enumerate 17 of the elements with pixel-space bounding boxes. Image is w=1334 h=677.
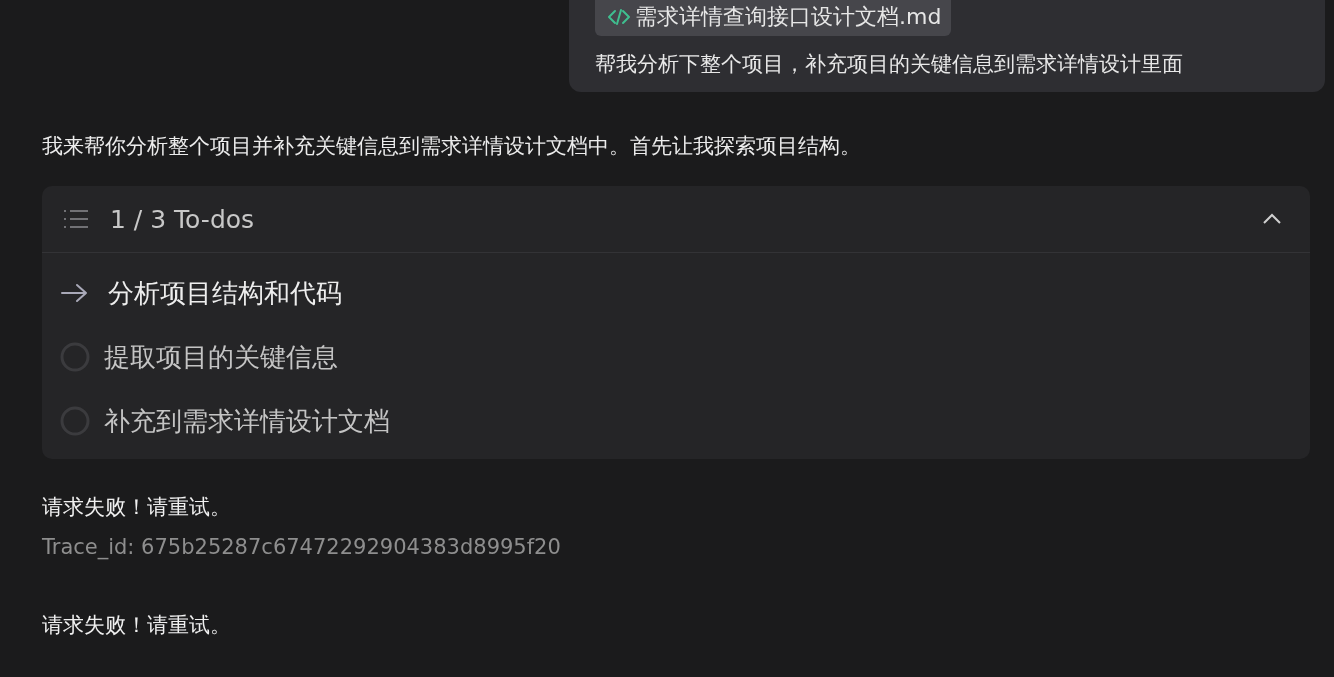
todo-item-text: 分析项目结构和代码 bbox=[108, 276, 342, 310]
user-message-text: 帮我分析下整个项目，补充项目的关键信息到需求详情设计里面 bbox=[595, 51, 1183, 78]
file-name: 需求详情查询接口设计文档.md bbox=[635, 3, 942, 31]
assistant-message-text: 我来帮你分析整个项目并补充关键信息到需求详情设计文档中。首先让我探索项目结构。 bbox=[42, 133, 862, 160]
arrow-icon bbox=[60, 281, 90, 305]
circle-icon bbox=[60, 342, 90, 372]
code-icon bbox=[607, 7, 631, 27]
chevron-icon bbox=[1262, 213, 1282, 225]
file-attachment-chip[interactable]: 需求详情查询接口设计文档.md bbox=[595, 0, 952, 36]
todo-item-text: 补充到需求详情设计文档 bbox=[104, 404, 390, 438]
circle-icon bbox=[60, 406, 90, 436]
trace-id-text: Trace_id: 675b25287c67472292904383d8995f20 bbox=[42, 535, 562, 559]
todo-count-title: 1 / 3 To-dos bbox=[110, 204, 256, 234]
error-message: 请求失败！请重试。 bbox=[42, 612, 232, 639]
error-message: 请求失败！请重试。 bbox=[42, 494, 232, 521]
todo-item-text: 提取项目的关键信息 bbox=[104, 340, 338, 374]
list-icon bbox=[62, 207, 90, 231]
